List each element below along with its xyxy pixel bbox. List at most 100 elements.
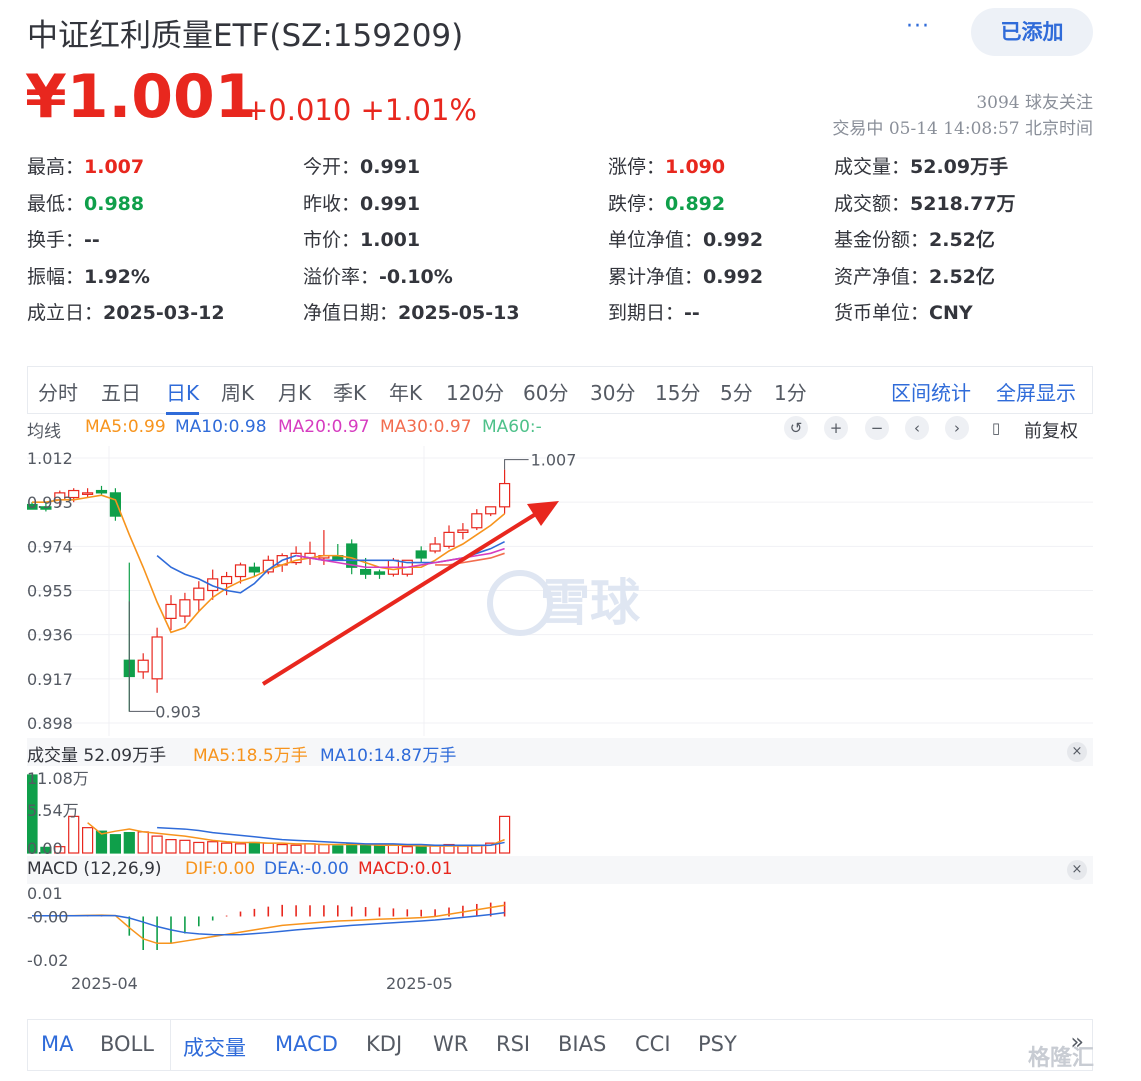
volume-bar (151, 835, 163, 854)
quote-label: 昨收： (303, 192, 361, 215)
chevron-left-icon[interactable]: ‹ (905, 416, 929, 440)
quote-cell: 昨收：0.991 (303, 189, 420, 216)
volume-ma5-line (87, 822, 505, 847)
volume-bar (332, 845, 344, 854)
candle-body (95, 489, 108, 494)
period-tab[interactable]: 年K (389, 377, 422, 406)
volume-bar (457, 845, 469, 854)
quote-cell: 到期日：-- (608, 298, 700, 325)
candle-style-icon[interactable]: ▯ (984, 416, 1008, 440)
volume-bar (401, 846, 413, 854)
close-macd-icon[interactable]: × (1067, 860, 1087, 880)
corner-watermark: 格隆汇 (1028, 1046, 1095, 1071)
volume-bar (262, 842, 274, 854)
candle-body (234, 564, 247, 578)
close-volume-icon[interactable]: × (1067, 742, 1087, 762)
quote-label: 资产净值： (834, 265, 930, 288)
y-tick-label: 0.955 (27, 582, 73, 601)
period-tab[interactable]: 月K (278, 377, 311, 406)
ma5-value: MA5:0.99 (85, 417, 166, 437)
period-tab[interactable]: 分时 (38, 377, 78, 406)
quote-label: 到期日： (608, 302, 685, 325)
period-tab[interactable]: 日K (166, 377, 200, 415)
macd-dea-value: DEA:-0.00 (264, 859, 349, 879)
quote-label: 成交量： (834, 156, 911, 178)
indicator-tab[interactable]: CCI (635, 1032, 671, 1056)
quote-value: -- (684, 302, 700, 325)
added-watchlist-button[interactable]: 已添加 (971, 8, 1093, 56)
quote-value: 0.991 (360, 156, 421, 178)
candle-body (151, 636, 163, 680)
adjust-mode-select[interactable]: 前复权 (1024, 417, 1078, 443)
kline-chart-panel: 区间统计 全屏显示 分时 五日 日K 周K 月K 季K 年K 120分 60分 30分 15分 5分 1… (27, 366, 1093, 996)
quote-cell: 市价：1.001 (303, 225, 420, 252)
quote-cell: 成立日：2025-03-12 (27, 298, 225, 325)
quote-cell: 基金份额：2.52亿 (834, 225, 995, 252)
quote-cell: 最高：1.007 (27, 152, 144, 179)
quote-cell: 今开：0.991 (303, 152, 420, 179)
indicator-tab[interactable]: BIAS (558, 1032, 606, 1056)
quote-cell: 成交量：52.09万手 (834, 152, 1008, 179)
indicator-tab[interactable]: MACD (275, 1032, 338, 1056)
volume-bar (123, 831, 135, 854)
quote-value: 52.09万手 (910, 156, 1009, 178)
min-annotation: 0.903 (155, 702, 201, 721)
candle-body (109, 492, 122, 517)
undo-icon[interactable]: ↺ (784, 416, 808, 440)
quote-cell: 累计净值：0.992 (608, 262, 763, 289)
ma30-value: MA30:0.97 (380, 417, 472, 437)
period-tab[interactable]: 1分 (774, 377, 807, 406)
quote-label: 最低： (27, 192, 85, 215)
quote-label: 累计净值： (608, 265, 704, 288)
quote-label: 货币单位： (834, 302, 930, 325)
volume-bar (193, 841, 205, 854)
chevron-right-icon[interactable]: › (945, 416, 969, 440)
zoom-out-icon[interactable]: − (865, 416, 889, 440)
indicator-tab[interactable]: KDJ (366, 1032, 402, 1056)
fullscreen-link[interactable]: 全屏显示 (996, 377, 1076, 406)
candle-body (360, 568, 372, 575)
indicator-tab[interactable]: MA (41, 1032, 73, 1056)
zoom-in-icon[interactable]: + (824, 416, 848, 440)
candle-body (485, 506, 497, 515)
quote-cell: 货币单位：CNY (834, 298, 973, 325)
volume-bar (276, 843, 288, 854)
range-stats-link[interactable]: 区间统计 (891, 377, 971, 406)
quote-label: 涨停： (608, 156, 666, 178)
quote-value: 0.988 (84, 192, 145, 215)
more-options-button[interactable]: ··· (898, 14, 938, 44)
watermark-text: 雪球 (540, 574, 641, 632)
candle-body (429, 543, 441, 552)
quote-value: 2.52亿 (929, 265, 995, 288)
period-tab[interactable]: 120分 (446, 377, 504, 406)
indicator-tab[interactable]: WR (433, 1032, 468, 1056)
period-tab[interactable]: 15分 (655, 377, 700, 406)
volume-bar (360, 844, 372, 854)
candle-body (415, 550, 427, 559)
quote-cell: 净值日期：2025-05-13 (303, 298, 520, 325)
macd-hist-value: MACD:0.01 (358, 859, 453, 879)
stock-title: 中证红利质量ETF(SZ:159209) (27, 18, 464, 54)
period-tab[interactable]: 5分 (720, 377, 753, 406)
quote-label: 溢价率： (303, 265, 380, 288)
period-tab[interactable]: 60分 (523, 377, 568, 406)
quote-value: 0.992 (703, 265, 764, 288)
quote-label: 净值日期： (303, 302, 399, 325)
indicator-tab[interactable]: 成交量 (183, 1032, 246, 1062)
quote-label: 基金份额： (834, 229, 930, 252)
quote-value: 1.001 (360, 229, 421, 252)
indicator-tabs: » MA BOLL 成交量 MACD KDJ WR RSI BIAS CCI PSY (27, 1019, 1093, 1071)
quote-label: 最高： (27, 156, 85, 178)
indicator-tab[interactable]: RSI (496, 1032, 530, 1056)
period-tab[interactable]: 五日 (101, 377, 141, 406)
indicator-tab[interactable]: BOLL (100, 1032, 154, 1056)
quote-label: 跌停： (608, 192, 666, 215)
indicator-tab[interactable]: PSY (698, 1032, 737, 1056)
period-tab[interactable]: 周K (221, 377, 254, 406)
period-tab[interactable]: 季K (333, 377, 366, 406)
volume-bar (429, 845, 441, 854)
follower-count: 3094 球友关注 (976, 93, 1093, 113)
period-tab[interactable]: 30分 (590, 377, 635, 406)
max-annotation-line (504, 459, 529, 470)
candle-body (373, 571, 386, 575)
